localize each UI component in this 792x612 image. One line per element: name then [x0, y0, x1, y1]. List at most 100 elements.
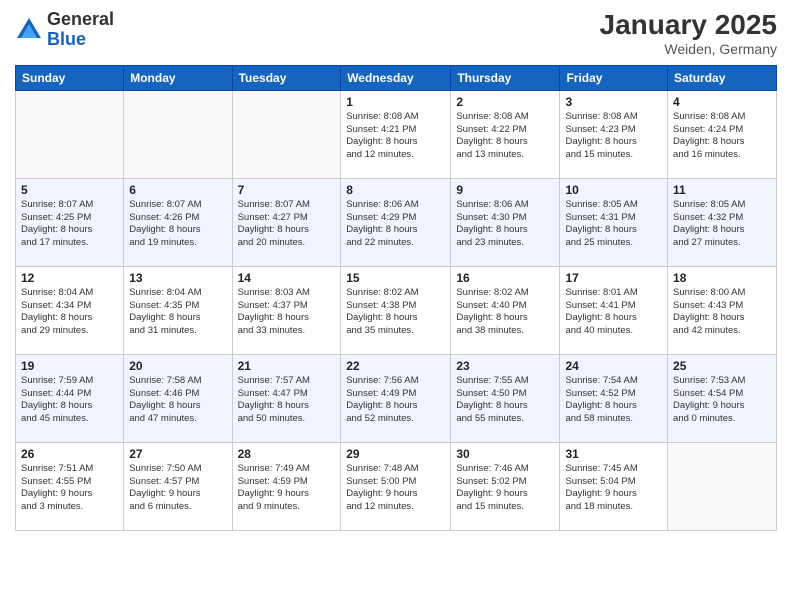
- calendar-week-row: 5Sunrise: 8:07 AM Sunset: 4:25 PM Daylig…: [16, 178, 777, 266]
- col-sunday: Sunday: [16, 65, 124, 90]
- day-number: 4: [673, 95, 771, 109]
- table-row: 29 Sunrise: 7:48 AM Sunset: 5:00 PM Dayli…: [341, 442, 451, 530]
- table-row: 10 Sunrise: 8:05 AM Sunset: 4:31 PM Dayli…: [560, 178, 668, 266]
- table-row: 6 Sunrise: 8:07 AM Sunset: 4:26 PM Daylig…: [124, 178, 232, 266]
- table-row: 18 Sunrise: 8:00 AM Sunset: 4:43 PM Dayli…: [668, 266, 777, 354]
- table-row: 2 Sunrise: 8:08 AM Sunset: 4:22 PM Daylig…: [451, 90, 560, 178]
- day-info: Sunrise: 8:08 AM Sunset: 4:23 PM Dayligh…: [565, 111, 662, 162]
- day-info: Sunrise: 8:07 AM Sunset: 4:26 PM Dayligh…: [129, 199, 226, 250]
- table-row: 9 Sunrise: 8:06 AM Sunset: 4:30 PM Daylig…: [451, 178, 560, 266]
- day-info: Sunrise: 8:02 AM Sunset: 4:38 PM Dayligh…: [346, 287, 445, 338]
- table-row: 8Sunrise: 8:06 AM Sunset: 4:29 PM Daylig…: [341, 178, 451, 266]
- col-monday: Monday: [124, 65, 232, 90]
- table-row: [232, 90, 341, 178]
- calendar-header-row: Sunday Monday Tuesday Wednesday Thursday…: [16, 65, 777, 90]
- day-number: 6: [129, 183, 226, 197]
- table-row: 22 Sunrise: 7:56 AM Sunset: 4:49 PM Dayli…: [341, 354, 451, 442]
- table-row: 3 Sunrise: 8:08 AM Sunset: 4:23 PM Daylig…: [560, 90, 668, 178]
- day-info: Sunrise: 8:04 AM Sunset: 4:34 PM Dayligh…: [21, 287, 118, 338]
- day-info: Sunrise: 7:50 AM Sunset: 4:57 PM Dayligh…: [129, 463, 226, 514]
- day-info: Sunrise: 8:07 AM Sunset: 4:25 PM Dayligh…: [21, 199, 118, 250]
- day-number: 25: [673, 359, 771, 373]
- day-number: 30: [456, 447, 554, 461]
- col-thursday: Thursday: [451, 65, 560, 90]
- day-number: 19: [21, 359, 118, 373]
- day-number: 1: [346, 95, 445, 109]
- calendar-table: Sunday Monday Tuesday Wednesday Thursday…: [15, 65, 777, 531]
- table-row: [124, 90, 232, 178]
- day-info: Sunrise: 8:08 AM Sunset: 4:24 PM Dayligh…: [673, 111, 771, 162]
- day-info: Sunrise: 7:48 AM Sunset: 5:00 PM Dayligh…: [346, 463, 445, 514]
- day-number: 23: [456, 359, 554, 373]
- day-info: Sunrise: 7:51 AM Sunset: 4:55 PM Dayligh…: [21, 463, 118, 514]
- day-number: 16: [456, 271, 554, 285]
- table-row: 30 Sunrise: 7:46 AM Sunset: 5:02 PM Dayli…: [451, 442, 560, 530]
- day-info: Sunrise: 8:08 AM Sunset: 4:21 PM Dayligh…: [346, 111, 445, 162]
- calendar-week-row: 12 Sunrise: 8:04 AM Sunset: 4:34 PM Dayli…: [16, 266, 777, 354]
- day-number: 13: [129, 271, 226, 285]
- day-info: Sunrise: 7:53 AM Sunset: 4:54 PM Dayligh…: [673, 375, 771, 426]
- day-number: 2: [456, 95, 554, 109]
- day-info: Sunrise: 8:05 AM Sunset: 4:32 PM Dayligh…: [673, 199, 771, 250]
- table-row: [668, 442, 777, 530]
- day-number: 28: [238, 447, 336, 461]
- title-section: January 2025 Weiden, Germany: [600, 10, 777, 57]
- day-info: Sunrise: 7:55 AM Sunset: 4:50 PM Dayligh…: [456, 375, 554, 426]
- day-number: 3: [565, 95, 662, 109]
- col-tuesday: Tuesday: [232, 65, 341, 90]
- day-info: Sunrise: 7:57 AM Sunset: 4:47 PM Dayligh…: [238, 375, 336, 426]
- table-row: 16Sunrise: 8:02 AM Sunset: 4:40 PM Dayli…: [451, 266, 560, 354]
- table-row: 28 Sunrise: 7:49 AM Sunset: 4:59 PM Dayli…: [232, 442, 341, 530]
- day-info: Sunrise: 8:05 AM Sunset: 4:31 PM Dayligh…: [565, 199, 662, 250]
- day-info: Sunrise: 8:04 AM Sunset: 4:35 PM Dayligh…: [129, 287, 226, 338]
- table-row: 4 Sunrise: 8:08 AM Sunset: 4:24 PM Daylig…: [668, 90, 777, 178]
- table-row: 25 Sunrise: 7:53 AM Sunset: 4:54 PM Dayli…: [668, 354, 777, 442]
- logo-blue: Blue: [47, 29, 86, 49]
- day-number: 22: [346, 359, 445, 373]
- day-number: 10: [565, 183, 662, 197]
- table-row: 12 Sunrise: 8:04 AM Sunset: 4:34 PM Dayli…: [16, 266, 124, 354]
- day-info: Sunrise: 8:06 AM Sunset: 4:29 PM Dayligh…: [346, 199, 445, 250]
- day-info: Sunrise: 8:03 AM Sunset: 4:37 PM Dayligh…: [238, 287, 336, 338]
- day-info: Sunrise: 8:07 AM Sunset: 4:27 PM Dayligh…: [238, 199, 336, 250]
- page-container: General Blue January 2025 Weiden, German…: [0, 0, 792, 612]
- day-number: 14: [238, 271, 336, 285]
- day-info: Sunrise: 8:06 AM Sunset: 4:30 PM Dayligh…: [456, 199, 554, 250]
- day-info: Sunrise: 7:56 AM Sunset: 4:49 PM Dayligh…: [346, 375, 445, 426]
- table-row: 13 Sunrise: 8:04 AM Sunset: 4:35 PM Dayli…: [124, 266, 232, 354]
- day-info: Sunrise: 7:49 AM Sunset: 4:59 PM Dayligh…: [238, 463, 336, 514]
- logo: General Blue: [15, 10, 114, 50]
- table-row: 23 Sunrise: 7:55 AM Sunset: 4:50 PM Dayli…: [451, 354, 560, 442]
- col-wednesday: Wednesday: [341, 65, 451, 90]
- day-info: Sunrise: 7:59 AM Sunset: 4:44 PM Dayligh…: [21, 375, 118, 426]
- table-row: [16, 90, 124, 178]
- day-number: 27: [129, 447, 226, 461]
- logo-text: General Blue: [47, 10, 114, 50]
- day-info: Sunrise: 7:46 AM Sunset: 5:02 PM Dayligh…: [456, 463, 554, 514]
- day-number: 11: [673, 183, 771, 197]
- table-row: 24Sunrise: 7:54 AM Sunset: 4:52 PM Dayli…: [560, 354, 668, 442]
- table-row: 27 Sunrise: 7:50 AM Sunset: 4:57 PM Dayli…: [124, 442, 232, 530]
- calendar-week-row: 1 Sunrise: 8:08 AM Sunset: 4:21 PM Daylig…: [16, 90, 777, 178]
- day-number: 9: [456, 183, 554, 197]
- logo-icon: [15, 16, 43, 44]
- day-number: 31: [565, 447, 662, 461]
- day-number: 29: [346, 447, 445, 461]
- table-row: 19 Sunrise: 7:59 AM Sunset: 4:44 PM Dayli…: [16, 354, 124, 442]
- day-number: 21: [238, 359, 336, 373]
- day-info: Sunrise: 8:00 AM Sunset: 4:43 PM Dayligh…: [673, 287, 771, 338]
- calendar-week-row: 19 Sunrise: 7:59 AM Sunset: 4:44 PM Dayli…: [16, 354, 777, 442]
- location: Weiden, Germany: [600, 41, 777, 57]
- logo-general: General: [47, 9, 114, 29]
- day-info: Sunrise: 8:01 AM Sunset: 4:41 PM Dayligh…: [565, 287, 662, 338]
- day-number: 15: [346, 271, 445, 285]
- table-row: 7Sunrise: 8:07 AM Sunset: 4:27 PM Daylig…: [232, 178, 341, 266]
- day-number: 20: [129, 359, 226, 373]
- col-saturday: Saturday: [668, 65, 777, 90]
- day-number: 24: [565, 359, 662, 373]
- table-row: 15 Sunrise: 8:02 AM Sunset: 4:38 PM Dayli…: [341, 266, 451, 354]
- table-row: 1 Sunrise: 8:08 AM Sunset: 4:21 PM Daylig…: [341, 90, 451, 178]
- day-info: Sunrise: 8:08 AM Sunset: 4:22 PM Dayligh…: [456, 111, 554, 162]
- day-number: 12: [21, 271, 118, 285]
- day-number: 18: [673, 271, 771, 285]
